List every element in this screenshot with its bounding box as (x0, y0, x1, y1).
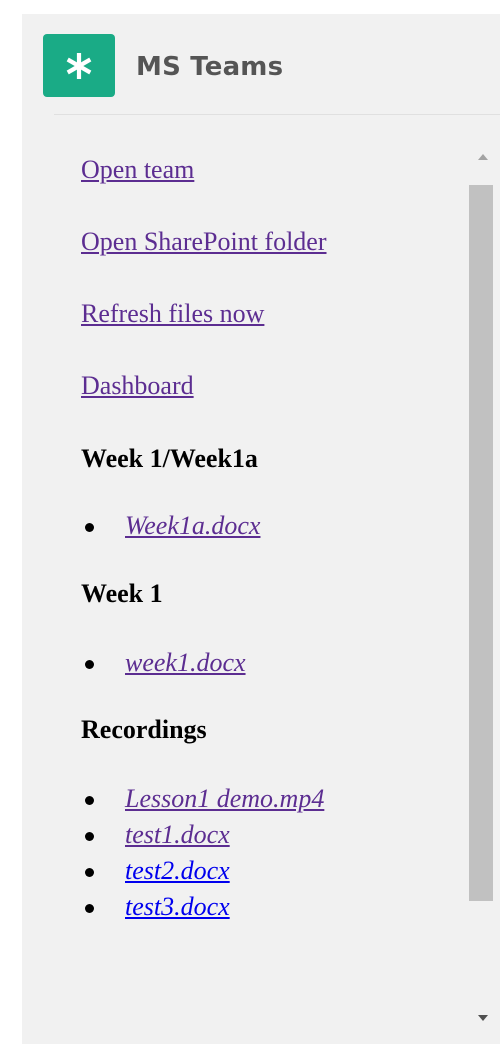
app-title: MS Teams (136, 52, 284, 82)
panel-header: MS Teams (22, 14, 500, 114)
file-link-test1-docx[interactable]: test1.docx (125, 820, 230, 850)
scroll-up-arrow-icon[interactable] (476, 150, 490, 164)
content-area: Open team Open SharePoint folder Refresh… (22, 115, 466, 1044)
teams-panel: MS Teams Open team Open SharePoint folde… (22, 14, 500, 1044)
file-link-test3-docx[interactable]: test3.docx (125, 892, 230, 922)
section-heading-week1: Week 1 (81, 579, 163, 608)
scroll-down-arrow-icon[interactable] (476, 1011, 490, 1025)
bullet-icon (85, 796, 94, 805)
file-link-week1a-docx[interactable]: Week1a.docx (125, 511, 260, 541)
file-link-lesson1-demo-mp4[interactable]: Lesson1 demo.mp4 (125, 784, 324, 814)
bullet-icon (85, 904, 94, 913)
section-heading-recordings: Recordings (81, 715, 207, 744)
section-heading-week1-week1a: Week 1/Week1a (81, 444, 258, 473)
app-logo (43, 34, 115, 97)
bullet-icon (85, 523, 94, 532)
vertical-scrollbar[interactable] (466, 142, 500, 1044)
asterisk-icon (66, 52, 92, 79)
bullet-icon (85, 660, 94, 669)
refresh-files-now-link[interactable]: Refresh files now (81, 299, 264, 329)
open-sharepoint-folder-link[interactable]: Open SharePoint folder (81, 227, 327, 257)
file-link-week1-docx[interactable]: week1.docx (125, 648, 246, 678)
file-link-test2-docx[interactable]: test2.docx (125, 856, 230, 886)
bullet-icon (85, 832, 94, 841)
bullet-icon (85, 868, 94, 877)
scrollbar-thumb[interactable] (469, 185, 493, 901)
open-team-link[interactable]: Open team (81, 155, 194, 185)
dashboard-link[interactable]: Dashboard (81, 371, 194, 401)
